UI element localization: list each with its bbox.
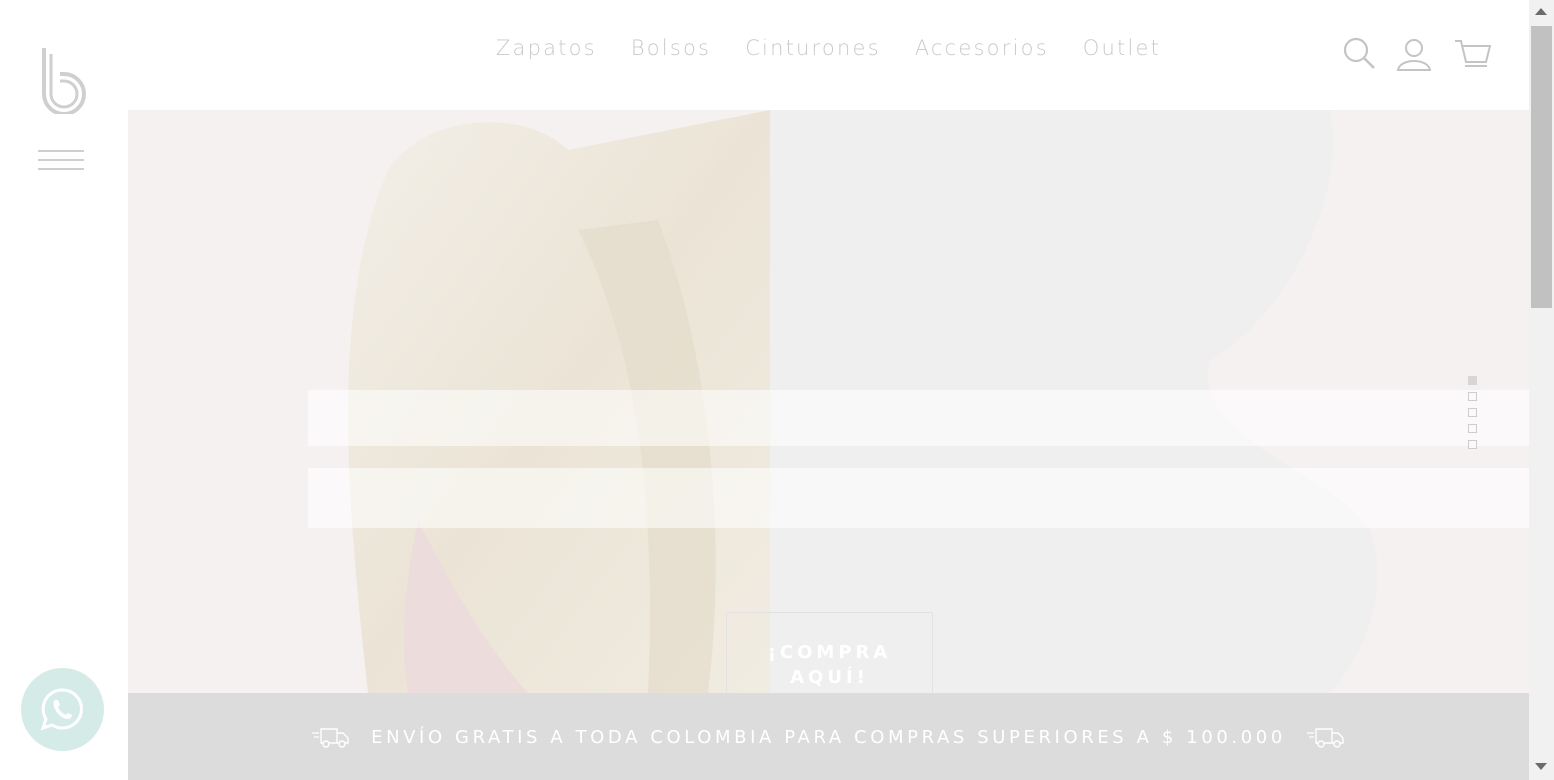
shipping-banner: ENVÍO GRATIS A TODA COLOMBIA PARA COMPRA… [128, 693, 1529, 780]
nav-item-outlet[interactable]: Outlet [1083, 36, 1161, 60]
slide-dot-2[interactable] [1468, 392, 1477, 401]
truck-icon [1307, 728, 1345, 748]
slide-dot-5[interactable] [1468, 440, 1477, 449]
slide-dot-4[interactable] [1468, 424, 1477, 433]
cta-line-2: AQUÍ! [790, 667, 869, 688]
cart-icon[interactable] [1454, 36, 1492, 72]
nav-item-accesorios[interactable]: Accesorios [915, 36, 1049, 60]
hero-slider: ¡COMPRA AQUÍ! [128, 110, 1529, 693]
nav-item-zapatos[interactable]: Zapatos [496, 36, 597, 60]
menu-icon[interactable] [38, 148, 84, 172]
user-icon[interactable] [1396, 36, 1432, 72]
top-header: Zapatos Bolsos Cinturones Accesorios Out… [128, 0, 1529, 110]
whatsapp-button[interactable] [21, 668, 104, 751]
search-icon[interactable] [1342, 36, 1378, 72]
hero-title-band [308, 390, 1529, 446]
scroll-down-arrow[interactable] [1535, 763, 1547, 770]
brand-logo[interactable] [38, 44, 86, 116]
hero-subtitle-band [308, 468, 1529, 528]
slide-dot-1[interactable] [1468, 376, 1477, 385]
left-rail [0, 0, 128, 780]
main-nav: Zapatos Bolsos Cinturones Accesorios Out… [128, 36, 1529, 60]
scroll-thumb[interactable] [1531, 26, 1552, 308]
scroll-up-arrow[interactable] [1535, 8, 1547, 15]
slide-indicators [1468, 376, 1478, 456]
nav-item-bolsos[interactable]: Bolsos [631, 36, 711, 60]
cta-line-1: ¡COMPRA [767, 642, 892, 663]
whatsapp-icon [40, 688, 83, 731]
truck-icon [311, 728, 349, 748]
page-scrollbar[interactable] [1529, 0, 1554, 780]
nav-item-cinturones[interactable]: Cinturones [745, 36, 881, 60]
shipping-text: ENVÍO GRATIS A TODA COLOMBIA PARA COMPRA… [371, 726, 1286, 748]
slide-dot-3[interactable] [1468, 408, 1477, 417]
shop-here-button[interactable]: ¡COMPRA AQUÍ! [726, 612, 933, 693]
